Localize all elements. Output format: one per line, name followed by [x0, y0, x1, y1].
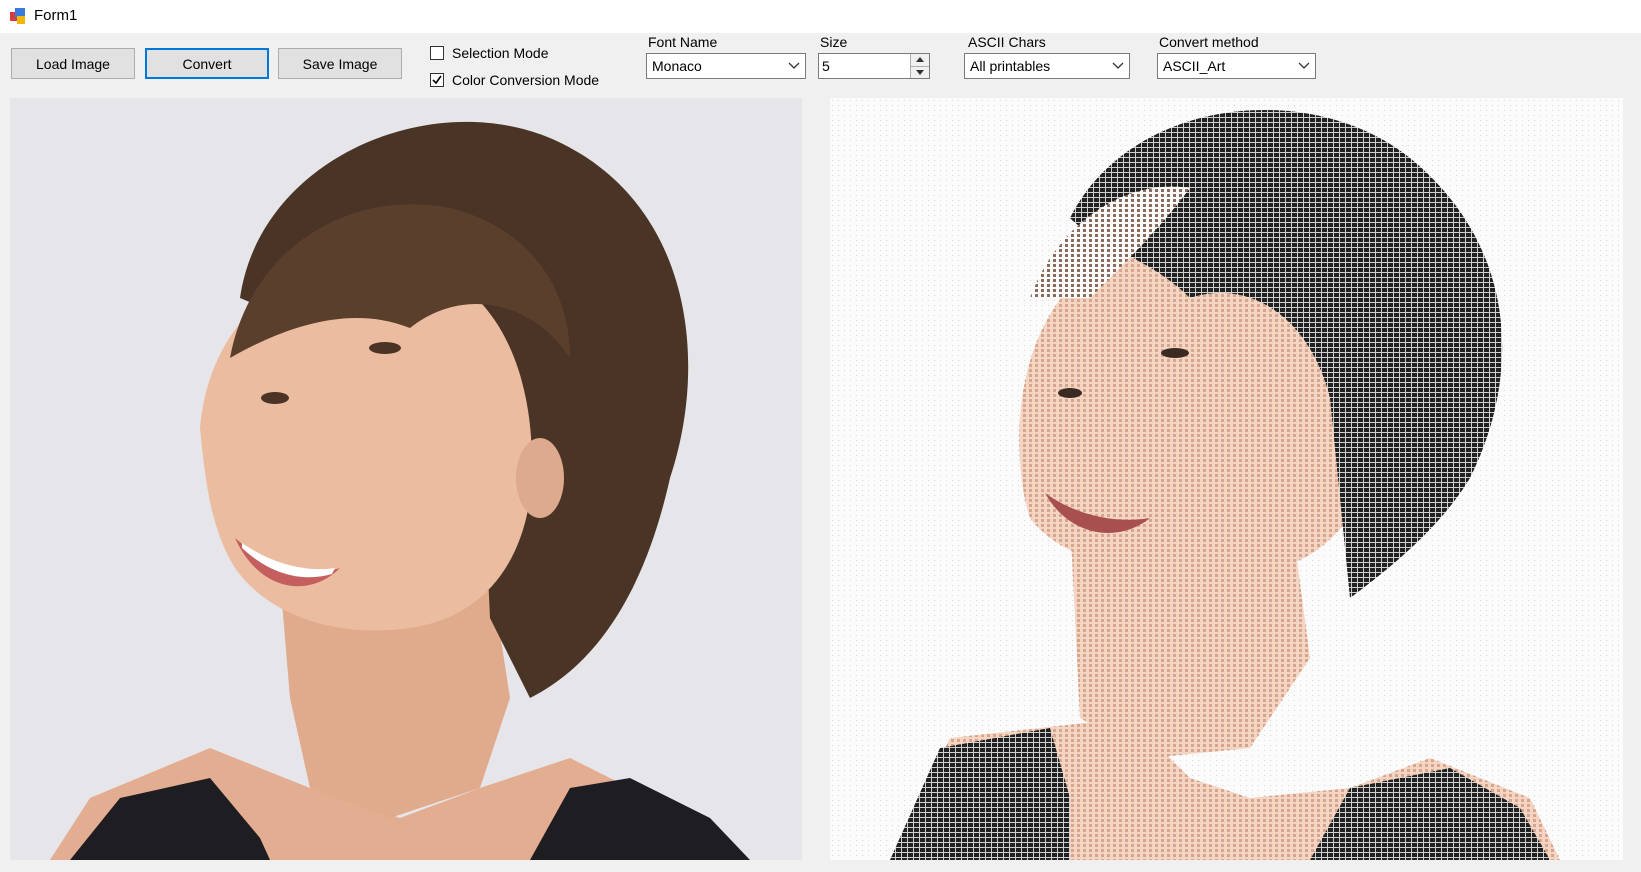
ascii-chars-dropdown[interactable]: All printables	[964, 53, 1130, 79]
size-value[interactable]: 5	[819, 54, 910, 78]
selection-mode-checkbox[interactable]	[430, 46, 444, 60]
portrait-photo	[10, 98, 802, 860]
ascii-output-picturebox[interactable]	[830, 98, 1623, 860]
title-bar: Form1	[0, 0, 1641, 34]
ascii-art-render	[830, 98, 1623, 860]
size-label: Size	[820, 34, 848, 50]
selection-mode-label: Selection Mode	[452, 45, 549, 61]
font-name-label: Font Name	[648, 34, 718, 50]
app-form-icon	[10, 8, 26, 24]
font-name-dropdown[interactable]: Monaco	[646, 53, 806, 79]
chevron-down-icon[interactable]	[1293, 54, 1315, 78]
chevron-down-icon[interactable]	[783, 54, 805, 78]
convert-method-dropdown[interactable]: ASCII_Art	[1157, 53, 1316, 79]
color-conversion-mode-checkbox-row[interactable]: Color Conversion Mode	[430, 70, 599, 90]
spin-up-icon[interactable]	[911, 54, 929, 66]
convert-method-label: Convert method	[1159, 34, 1259, 50]
save-image-button[interactable]: Save Image	[278, 48, 402, 79]
convert-method-value: ASCII_Art	[1163, 58, 1226, 74]
color-conversion-mode-label: Color Conversion Mode	[452, 72, 600, 88]
font-name-value: Monaco	[652, 58, 702, 74]
ascii-chars-value: All printables	[970, 58, 1051, 74]
window-title: Form1	[34, 7, 78, 24]
chevron-down-icon[interactable]	[1107, 54, 1129, 78]
size-numeric-updown[interactable]: 5	[818, 53, 930, 79]
ascii-chars-label: ASCII Chars	[968, 34, 1046, 50]
convert-button[interactable]: Convert	[145, 48, 269, 79]
load-image-button[interactable]: Load Image	[11, 48, 135, 79]
spin-down-icon[interactable]	[911, 65, 929, 78]
checkmark-icon	[432, 75, 442, 85]
original-image-picturebox[interactable]	[10, 98, 802, 860]
color-conversion-mode-checkbox[interactable]	[430, 73, 444, 87]
selection-mode-checkbox-row[interactable]: Selection Mode	[430, 43, 549, 63]
